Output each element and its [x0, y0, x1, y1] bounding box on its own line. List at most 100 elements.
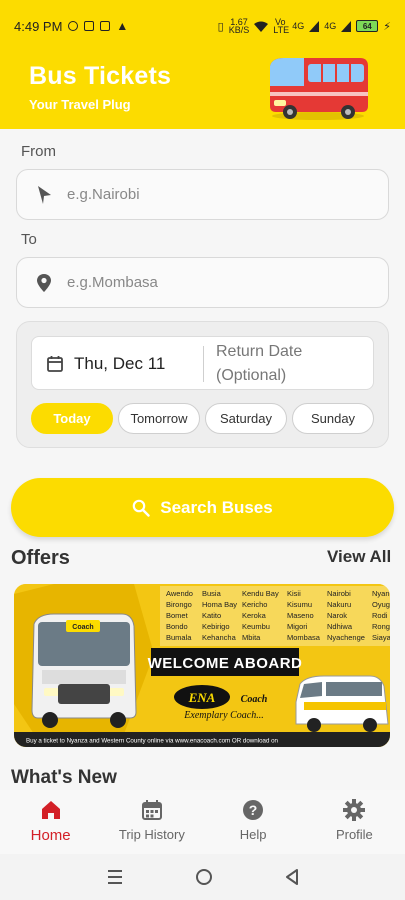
- date-selector-card: Thu, Dec 11 Return Date (Optional) Today…: [16, 321, 389, 448]
- town-name: Migori: [287, 622, 308, 631]
- quick-date-options: Today Tomorrow Saturday Sunday: [31, 403, 374, 434]
- network-speed: 1.67 KB/S: [228, 17, 250, 35]
- location-pin-icon: [37, 273, 51, 292]
- town-name: Birongo: [166, 600, 192, 609]
- charging-icon: ⚡: [383, 20, 391, 33]
- departure-date: Thu, Dec 11: [74, 354, 166, 373]
- town-name: Mbita: [242, 633, 261, 642]
- search-buses-label: Search Buses: [160, 497, 273, 517]
- instagram-icon: [100, 21, 111, 31]
- nav-trip-history[interactable]: Trip History: [101, 790, 202, 854]
- offer-banner[interactable]: Coach Awendo Busia Kendu Bay Kisii Nairobi Ny…: [14, 584, 390, 747]
- app-subtitle: Your Travel Plug: [29, 97, 131, 112]
- search-icon: [132, 499, 150, 517]
- town-name: Maseno: [287, 611, 314, 620]
- town-name: Katito: [202, 611, 221, 620]
- welcome-headline: WELCOME ABOARD: [148, 655, 303, 672]
- from-placeholder: e.g.Nairobi: [67, 186, 140, 203]
- wifi-icon: [254, 21, 269, 32]
- banner-tagline: Exemplary Coach...: [183, 710, 263, 721]
- back-icon[interactable]: [284, 868, 300, 886]
- shuttle-van-image: [295, 675, 389, 732]
- to-input[interactable]: e.g.Mombasa: [16, 257, 389, 308]
- town-name: Bumala: [166, 633, 192, 642]
- town-name: Siaya: [372, 633, 390, 642]
- town-name: Nakuru: [327, 600, 351, 609]
- offers-title: Offers: [11, 547, 70, 569]
- town-name: Kericho: [242, 600, 267, 609]
- town-name: Keumbu: [242, 622, 270, 631]
- to-placeholder: e.g.Mombasa: [67, 274, 158, 291]
- town-name: Rong: [372, 622, 390, 631]
- date-inputs: Thu, Dec 11 Return Date (Optional): [31, 336, 374, 390]
- recent-apps-icon[interactable]: [106, 869, 124, 885]
- home-button-icon[interactable]: [195, 868, 213, 886]
- chip-today[interactable]: Today: [31, 403, 113, 434]
- town-name: Ndhiwa: [327, 622, 353, 631]
- return-date-field[interactable]: Return Date (Optional): [216, 340, 366, 388]
- svg-text:?: ?: [249, 802, 258, 818]
- signal-icon: [341, 20, 352, 32]
- ena-coach-banner: Coach Awendo Busia Kendu Bay Kisii Nairobi Ny…: [14, 584, 390, 747]
- gear-icon: [343, 799, 366, 821]
- app-title: Bus Tickets: [29, 62, 172, 90]
- town-name: Rodi: [372, 611, 388, 620]
- nav-profile[interactable]: Profile: [304, 790, 405, 854]
- warning-icon: ▲: [116, 19, 129, 33]
- town-name: Kendu Bay: [242, 589, 279, 598]
- town-name: Homa Bay: [202, 600, 237, 609]
- calendar-icon: [47, 356, 63, 372]
- nav-help-label: Help: [239, 827, 267, 842]
- bus-illustration: [270, 58, 368, 120]
- town-name: Nyachenge: [327, 633, 365, 642]
- volte-label: Vo LTE: [273, 17, 290, 35]
- system-navigation-bar: [0, 854, 405, 900]
- svg-text:Coach: Coach: [241, 694, 268, 705]
- town-name: Awendo: [166, 589, 193, 598]
- chip-sunday[interactable]: Sunday: [292, 403, 374, 434]
- to-label: To: [21, 231, 37, 248]
- svg-text:ENA: ENA: [188, 690, 216, 705]
- chip-saturday[interactable]: Saturday: [205, 403, 287, 434]
- coach-bus-image: [31, 613, 137, 728]
- town-name: Mombasa: [287, 633, 321, 642]
- from-input[interactable]: e.g.Nairobi: [16, 169, 389, 220]
- from-label: From: [21, 143, 56, 160]
- whatsapp-icon: [68, 21, 79, 31]
- help-icon: ?: [243, 800, 264, 820]
- vibrate-icon: ▯: [217, 20, 224, 33]
- network-4g-2: 4G: [324, 21, 337, 31]
- town-name: Oyug: [372, 600, 390, 609]
- app-header: Bus Tickets Your Travel Plug: [0, 52, 405, 129]
- town-name: Kisumu: [287, 600, 312, 609]
- town-name: Kisii: [287, 589, 301, 598]
- bottom-navigation: Home Trip History ? Help Profile: [0, 790, 405, 854]
- calendar-icon: [141, 800, 162, 820]
- nav-home-label: Home: [30, 827, 71, 844]
- nav-help[interactable]: ? Help: [203, 790, 304, 854]
- town-name: Narok: [327, 611, 347, 620]
- status-time: 4:49 PM: [14, 18, 63, 34]
- search-buses-button[interactable]: Search Buses: [11, 478, 394, 537]
- nav-trip-history-label: Trip History: [118, 827, 185, 842]
- banner-footer: Buy a ticket to Nyanza and Western Count…: [26, 738, 279, 745]
- departure-date-field[interactable]: Thu, Dec 11: [46, 337, 165, 391]
- town-name: Nairobi: [327, 589, 351, 598]
- battery-icon: 64: [356, 20, 379, 32]
- town-name: Bondo: [166, 622, 188, 631]
- network-4g-1: 4G: [292, 21, 305, 31]
- chat-icon: [84, 21, 95, 31]
- bus-label: Coach: [72, 624, 93, 631]
- battery-level: 64: [362, 21, 372, 31]
- nav-home[interactable]: Home: [0, 790, 101, 854]
- signal-icon: [309, 20, 320, 32]
- view-all-link[interactable]: View All: [327, 547, 391, 567]
- status-bar: 4:49 PM ▲ ▯ 1.67 KB/S Vo LTE 4G 4G 64 ⚡: [0, 0, 405, 52]
- date-divider: [203, 346, 204, 382]
- whats-new-title: What's New: [11, 767, 117, 788]
- navigation-arrow-icon: [38, 185, 51, 204]
- chip-tomorrow[interactable]: Tomorrow: [118, 403, 200, 434]
- town-name: Kehancha: [202, 633, 237, 642]
- town-name: Bomet: [166, 611, 189, 620]
- town-name: Keroka: [242, 611, 267, 620]
